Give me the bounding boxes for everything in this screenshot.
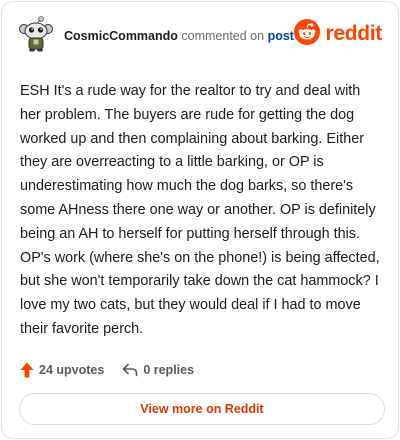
user-avatar-icon[interactable] [19,16,53,52]
commented-on-label: commented on [181,29,265,43]
upvotes-stat[interactable]: 24 upvotes [20,362,104,378]
replies-stat[interactable]: 0 replies [122,363,194,377]
commenter-line: CosmicCommando commented on post [64,29,294,43]
comment-body: ESH It's a rude way for the realtor to t… [20,83,380,337]
comment-header: CosmicCommando commented on post reddit [19,16,382,56]
comment-stats: 24 upvotes 0 replies [20,360,194,380]
reddit-logo-icon [294,18,321,50]
username-link[interactable]: CosmicCommando [64,29,178,43]
reddit-brand[interactable]: reddit [294,18,382,50]
reddit-wordmark: reddit [325,22,382,45]
upvotes-count: 24 upvotes [39,363,105,377]
replies-count: 0 replies [143,363,195,377]
reply-arrow-icon [122,363,138,377]
view-more-button[interactable]: View more on Reddit [19,393,385,425]
post-link[interactable]: post [268,29,294,43]
comment-embed-card: CosmicCommando commented on post reddit [1,1,399,439]
upvote-arrow-icon [20,362,34,378]
